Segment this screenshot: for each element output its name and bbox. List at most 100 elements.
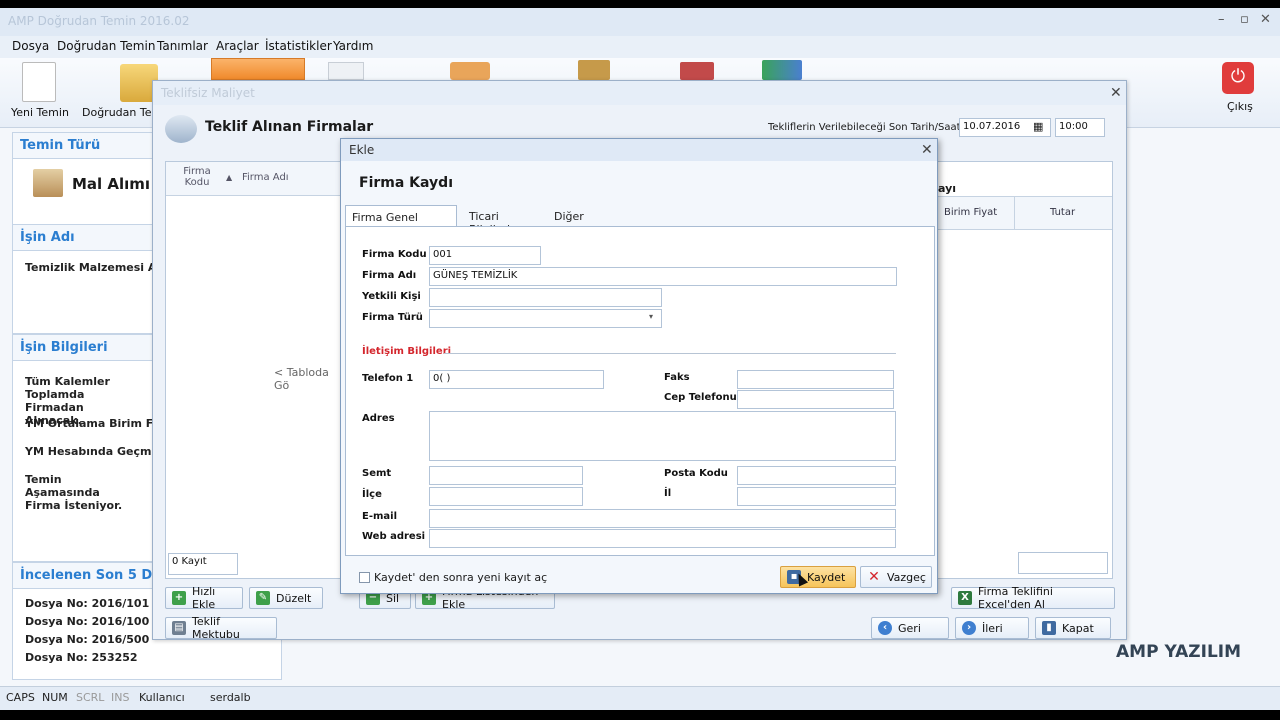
menu-araclar[interactable]: Araçlar (216, 39, 259, 53)
app-titlebar: AMP Doğrudan Temin 2016.02 – ▫ ✕ (0, 8, 1280, 36)
dialog-heading: Firma Kaydı (359, 175, 453, 191)
back-arrow-icon: ‹ (878, 621, 892, 635)
direct-temin-label[interactable]: Doğrudan Ter (82, 106, 156, 119)
info-item: Temin Aşamasında Firma İsteniyor. (25, 473, 123, 512)
county-label: İlçe (362, 489, 382, 500)
menu-dogrudan-temin[interactable]: Doğrudan Temin (57, 39, 155, 53)
report-icon[interactable] (328, 62, 364, 80)
website-label: Web adresi (362, 531, 426, 542)
add-firm-dialog: Ekle ✕ Firma Kaydı Firma Genel Bilgileri… (340, 138, 938, 594)
district-label: Semt (362, 468, 392, 479)
maximize-icon[interactable]: ▫ (1240, 12, 1249, 27)
deadline-time-input[interactable]: 10:00 (1055, 118, 1105, 137)
county-input[interactable] (429, 487, 583, 506)
firm-code-input[interactable]: 001 (429, 246, 541, 265)
quick-add-button[interactable]: + Hızlı Ekle (165, 585, 243, 611)
website-input[interactable] (429, 529, 896, 548)
contact-person-input[interactable] (429, 288, 662, 307)
firm-name-label: Firma Adı (362, 270, 417, 281)
calendar-icon[interactable]: ▦ (1033, 120, 1043, 133)
firm-code-label: Firma Kodu (362, 249, 427, 260)
exit-label[interactable]: Çıkış (1227, 100, 1253, 113)
power-icon[interactable]: ⏻ (1222, 62, 1254, 94)
price-grid[interactable]: ayı Birim Fiyat Tutar (933, 161, 1113, 579)
excel-import-button[interactable]: X Firma Teklifini Excel'den Al (951, 585, 1115, 611)
sort-up-icon[interactable]: ▲ (226, 173, 232, 182)
button-label: Geri (898, 621, 921, 635)
email-input[interactable] (429, 509, 896, 528)
city-input[interactable] (737, 487, 896, 506)
archive-icon[interactable] (578, 60, 610, 80)
new-record-checkbox-label[interactable]: Kaydet' den sonra yeni kayıt aç (374, 571, 547, 584)
new-document-icon[interactable] (22, 62, 56, 102)
ins-indicator: INS (111, 691, 130, 704)
recent-file-item[interactable]: Dosya No: 2016/101 (13, 597, 161, 610)
menu-istatistikler[interactable]: İstatistikler (265, 39, 332, 53)
general-tab-panel: Firma Kodu 001 Firma Adı GÜNEŞ TEMİZLİK … (345, 226, 935, 556)
chevron-down-icon[interactable]: ▾ (649, 312, 653, 321)
firm-name-input[interactable]: GÜNEŞ TEMİZLİK (429, 267, 897, 286)
dialog-title: Ekle (341, 139, 937, 161)
phone1-label: Telefon 1 (362, 373, 414, 384)
col-firm-code[interactable]: Firma Kodu (178, 166, 216, 188)
tab-other[interactable]: Diğer (548, 205, 590, 227)
edit-button[interactable]: ✎ Düzelt (249, 587, 323, 609)
box-icon (33, 169, 63, 197)
new-record-checkbox[interactable] (359, 572, 370, 583)
city-label: İl (664, 488, 672, 499)
printer-icon: ▤ (172, 621, 186, 635)
menu-bar: Dosya Doğrudan Temin Tanımlar Araçlar İs… (0, 36, 1280, 58)
active-ribbon-tab[interactable] (211, 58, 305, 80)
fax-input[interactable] (737, 370, 894, 389)
chart-icon[interactable] (762, 60, 802, 80)
phone1-input[interactable]: 0( ) (429, 370, 604, 389)
minimize-icon[interactable]: – (1218, 12, 1225, 27)
deadline-label: Tekliflerin Verilebileceği Son Tarih/Saa… (768, 122, 961, 133)
firm-type-label: Firma Türü (362, 312, 423, 323)
col-total[interactable]: Tutar (1050, 207, 1075, 218)
scrl-indicator: SCRL (76, 691, 105, 704)
close-icon[interactable]: ✕ (1260, 12, 1271, 27)
address-label: Adres (362, 413, 395, 424)
menu-dosya[interactable]: Dosya (12, 39, 49, 53)
button-label: Vazgeç (887, 570, 926, 584)
status-bar: CAPS NUM SCRL INS Kullanıcı serdalb (0, 686, 1280, 710)
button-label: Kaydet (807, 570, 846, 584)
firms-grid[interactable]: Firma Kodu ▲ Firma Adı < Tabloda Gö (165, 161, 343, 579)
package-icon[interactable] (450, 62, 490, 80)
back-button[interactable]: ‹ Geri (871, 617, 949, 639)
contact-section-heading: İletişim Bilgileri (362, 346, 452, 357)
offer-letter-button[interactable]: ▤ Teklif Mektubu (165, 615, 277, 641)
book-icon[interactable] (680, 62, 714, 80)
col-firm-name[interactable]: Firma Adı (242, 172, 289, 183)
cancel-button[interactable]: ✕ Vazgeç (860, 566, 932, 588)
button-label: İleri (982, 621, 1003, 635)
tab-commercial[interactable]: Ticari Bilgileri (463, 205, 516, 236)
button-label: Firma Teklifini Excel'den Al (978, 585, 1053, 611)
user-label: Kullanıcı (139, 691, 185, 704)
tab-general[interactable]: Firma Genel Bilgileri (345, 205, 457, 237)
temin-turu-value: Mal Alımı (72, 175, 151, 193)
address-textarea[interactable] (429, 411, 896, 461)
dialog-close-icon[interactable]: ✕ (921, 142, 933, 158)
district-input[interactable] (429, 466, 583, 485)
close-button[interactable]: ▮ Kapat (1035, 617, 1111, 639)
menu-yardim[interactable]: Yardım (333, 39, 373, 53)
recent-file-item[interactable]: Dosya No: 253252 (13, 651, 150, 664)
num-indicator: NUM (42, 691, 68, 704)
save-button[interactable]: ▪ Kaydet (780, 566, 856, 588)
mobile-input[interactable] (737, 390, 894, 409)
total-field (1018, 552, 1108, 574)
col-unit-price[interactable]: Birim Fiyat (944, 207, 997, 218)
plus-icon: + (172, 591, 186, 605)
recent-file-item[interactable]: Dosya No: 2016/100 (13, 615, 161, 628)
firm-type-select[interactable] (429, 309, 662, 328)
amp-logo: AMP YAZILIM (1116, 642, 1242, 662)
forward-button[interactable]: › İleri (955, 617, 1029, 639)
postal-code-input[interactable] (737, 466, 896, 485)
new-temin-label[interactable]: Yeni Temin (11, 106, 69, 119)
section-divider (444, 353, 896, 354)
window-close-icon[interactable]: ✕ (1110, 85, 1122, 101)
menu-tanimlar[interactable]: Tanımlar (157, 39, 208, 53)
recent-file-item[interactable]: Dosya No: 2016/500 (13, 633, 161, 646)
